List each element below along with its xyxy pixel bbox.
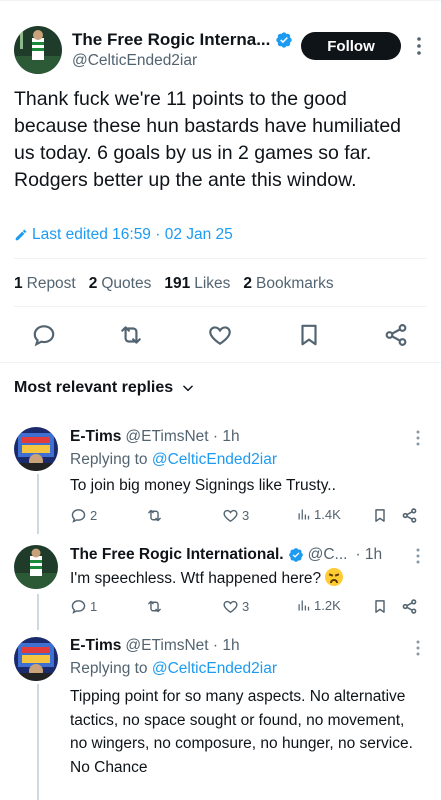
reply-views-button[interactable]: 1.2K	[296, 598, 341, 613]
reply-author-avatar[interactable]	[14, 545, 58, 589]
bookmark-icon[interactable]	[296, 322, 322, 348]
tweet-text: Thank fuck we're 11 points to the good b…	[14, 88, 402, 191]
repost-icon	[148, 509, 161, 522]
main-author-name[interactable]: The Free Rogic Interna...	[72, 30, 293, 50]
reply-text: To join big money Signings like Trusty..	[70, 477, 336, 494]
section-divider	[0, 362, 441, 363]
replying-to: Replying to @CelticEnded2iar	[70, 660, 278, 677]
main-author-avatar[interactable]	[14, 26, 62, 74]
reply-reply-button[interactable]: 1	[70, 598, 97, 615]
share-icon[interactable]	[401, 598, 418, 615]
reply-handle[interactable]: @C...	[308, 546, 348, 564]
replying-to-link[interactable]: @CelticEnded2iar	[152, 451, 277, 468]
reply-header: The Free Rogic International. @C... · 1h	[70, 546, 382, 564]
views-chart-icon	[298, 509, 310, 520]
reply-handle-time[interactable]: @ETimsNet · 1h	[125, 637, 239, 655]
reply-text: I'm speechless. Wtf happened here?	[70, 567, 426, 590]
bookmark-icon[interactable]	[372, 598, 388, 615]
thread-connector-line	[37, 684, 39, 800]
main-author-handle[interactable]: @CelticEnded2iar	[72, 52, 197, 70]
quotes-stat[interactable]: 2 Quotes	[89, 275, 152, 293]
bookmark-icon[interactable]	[372, 507, 388, 524]
like-heart-icon	[223, 509, 238, 522]
like-heart-icon[interactable]	[207, 322, 233, 348]
tired-face-emoji-icon	[325, 568, 344, 586]
reply-author-avatar[interactable]	[14, 427, 58, 471]
share-icon[interactable]	[401, 507, 418, 524]
stats-top-divider	[14, 258, 427, 259]
reply-icon	[71, 600, 86, 614]
reply-more-icon[interactable]	[415, 640, 421, 656]
reply-views-button[interactable]: 1.4K	[296, 507, 341, 522]
replying-to-link[interactable]: @CelticEnded2iar	[152, 660, 277, 677]
share-icon[interactable]	[383, 322, 409, 348]
repost-icon[interactable]	[118, 322, 144, 348]
follow-button[interactable]: Follow	[301, 32, 401, 60]
bookmarks-stat[interactable]: 2 Bookmarks	[243, 275, 333, 293]
reply-like-button[interactable]: 3	[222, 507, 249, 524]
likes-stat[interactable]: 191 Likes	[164, 275, 230, 293]
reply-text: Tipping point for so many aspects. No al…	[70, 688, 413, 776]
reply-reply-button[interactable]: 2	[70, 507, 97, 524]
reply-author-avatar[interactable]	[14, 637, 58, 681]
reply-repost-button[interactable]	[146, 598, 166, 615]
chevron-down-icon	[183, 385, 193, 392]
reply-repost-button[interactable]	[146, 507, 166, 524]
replies-sort-dropdown[interactable]: Most relevant replies	[14, 379, 195, 397]
verified-badge-icon	[288, 548, 303, 562]
last-edited-label: Last edited 16:59 · 02 Jan 25	[32, 226, 233, 243]
like-heart-icon	[223, 600, 238, 613]
views-chart-icon	[298, 600, 310, 611]
reply-more-icon[interactable]	[415, 430, 421, 446]
repost-icon	[148, 600, 161, 613]
reply-author-name[interactable]: E-Tims	[70, 428, 121, 446]
reply-like-button[interactable]: 3	[222, 598, 249, 615]
more-options-icon[interactable]	[416, 36, 422, 56]
verified-badge-icon	[276, 32, 293, 48]
reply-header: E-Tims @ETimsNet · 1h	[70, 637, 240, 655]
reply-author-name[interactable]: The Free Rogic International.	[70, 546, 284, 564]
reply-author-name[interactable]: E-Tims	[70, 637, 121, 655]
replies-sort-label: Most relevant replies	[14, 379, 174, 396]
replying-to: Replying to @CelticEnded2iar	[70, 451, 278, 468]
last-edited-link[interactable]: Last edited 16:59 · 02 Jan 25	[14, 226, 233, 244]
thread-connector-line	[37, 474, 39, 534]
reply-icon[interactable]	[31, 322, 57, 348]
stats-bottom-divider	[14, 306, 427, 307]
reply-icon	[71, 509, 86, 523]
edit-pencil-icon	[15, 229, 27, 241]
reply-handle-time[interactable]: @ETimsNet · 1h	[125, 428, 239, 446]
reposts-stat[interactable]: 1 Repost	[14, 275, 76, 293]
reply-header: E-Tims @ETimsNet · 1h	[70, 428, 240, 446]
top-divider	[0, 0, 441, 1]
reply-time[interactable]: · 1h	[355, 546, 382, 564]
reply-more-icon[interactable]	[415, 548, 421, 564]
engagement-stats: 1 Repost 2 Quotes 191 Likes 2 Bookmarks	[14, 275, 334, 293]
thread-connector-line	[37, 594, 39, 630]
